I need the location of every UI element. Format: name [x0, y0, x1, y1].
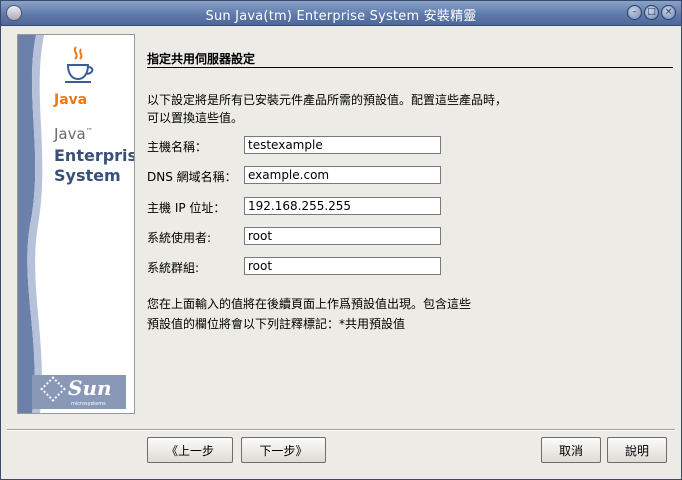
sun-mark-icon — [40, 376, 66, 402]
system-user-label: 系統使用者: — [147, 231, 212, 245]
intro-text: 以下設定將是所有已安裝元件產品所需的預設值。配置這些產品時，可以置換這些值。 — [147, 93, 508, 125]
close-icon[interactable]: × — [661, 5, 676, 20]
installer-window: Sun Java(tm) Enterprise System 安裝精靈 – □ … — [0, 0, 682, 480]
wizard-content: Java Java™ Enterprise System Sun microsy… — [7, 31, 675, 427]
brand-java: Java™ — [54, 125, 93, 143]
sun-logo: Sun microsystems — [32, 375, 126, 409]
sun-logo-sub: microsystems — [71, 401, 106, 407]
section-divider — [147, 67, 673, 68]
brand-java-word: Java — [54, 125, 86, 143]
trademark-mark: ™ — [85, 127, 93, 135]
dns-domain-input[interactable] — [244, 166, 441, 184]
window-title: Sun Java(tm) Enterprise System 安裝精靈 — [205, 9, 477, 24]
minimize-icon[interactable]: – — [627, 5, 642, 20]
brand-enterprise: Enterprise — [54, 146, 134, 165]
brand-side-panel: Java Java™ Enterprise System Sun microsy… — [17, 34, 135, 414]
cancel-button[interactable]: 取消 — [541, 437, 601, 463]
section-title: 指定共用伺服器設定 — [147, 52, 256, 66]
maximize-icon[interactable]: □ — [644, 5, 659, 20]
java-cup-icon — [65, 46, 94, 83]
help-button[interactable]: 說明 — [607, 437, 667, 463]
system-group-label: 系統群組: — [147, 261, 200, 275]
system-group-input[interactable] — [244, 257, 441, 275]
decorative-swirl — [18, 35, 44, 413]
java-logo-text: Java — [54, 92, 88, 108]
defaults-note: 您在上面輸入的值將在後續頁面上作爲預設值出現。包含這些預設值的欄位將會以下列註釋… — [147, 297, 472, 331]
hostname-input[interactable] — [244, 136, 441, 154]
title-bar[interactable]: Sun Java(tm) Enterprise System 安裝精靈 – □ … — [1, 1, 681, 26]
ip-address-input[interactable] — [244, 197, 441, 215]
sun-logo-text: Sun — [68, 376, 112, 400]
hostname-label: 主機名稱： — [147, 140, 208, 154]
brand-system: System — [54, 166, 121, 185]
back-button[interactable]: 《上一步 — [147, 437, 233, 463]
next-button[interactable]: 下一步》 — [241, 437, 326, 463]
system-user-input[interactable] — [244, 227, 441, 245]
dns-domain-label: DNS 網域名稱： — [147, 170, 237, 184]
ip-address-label: 主機 IP 位址： — [147, 201, 226, 215]
button-bar-divider — [7, 429, 675, 431]
